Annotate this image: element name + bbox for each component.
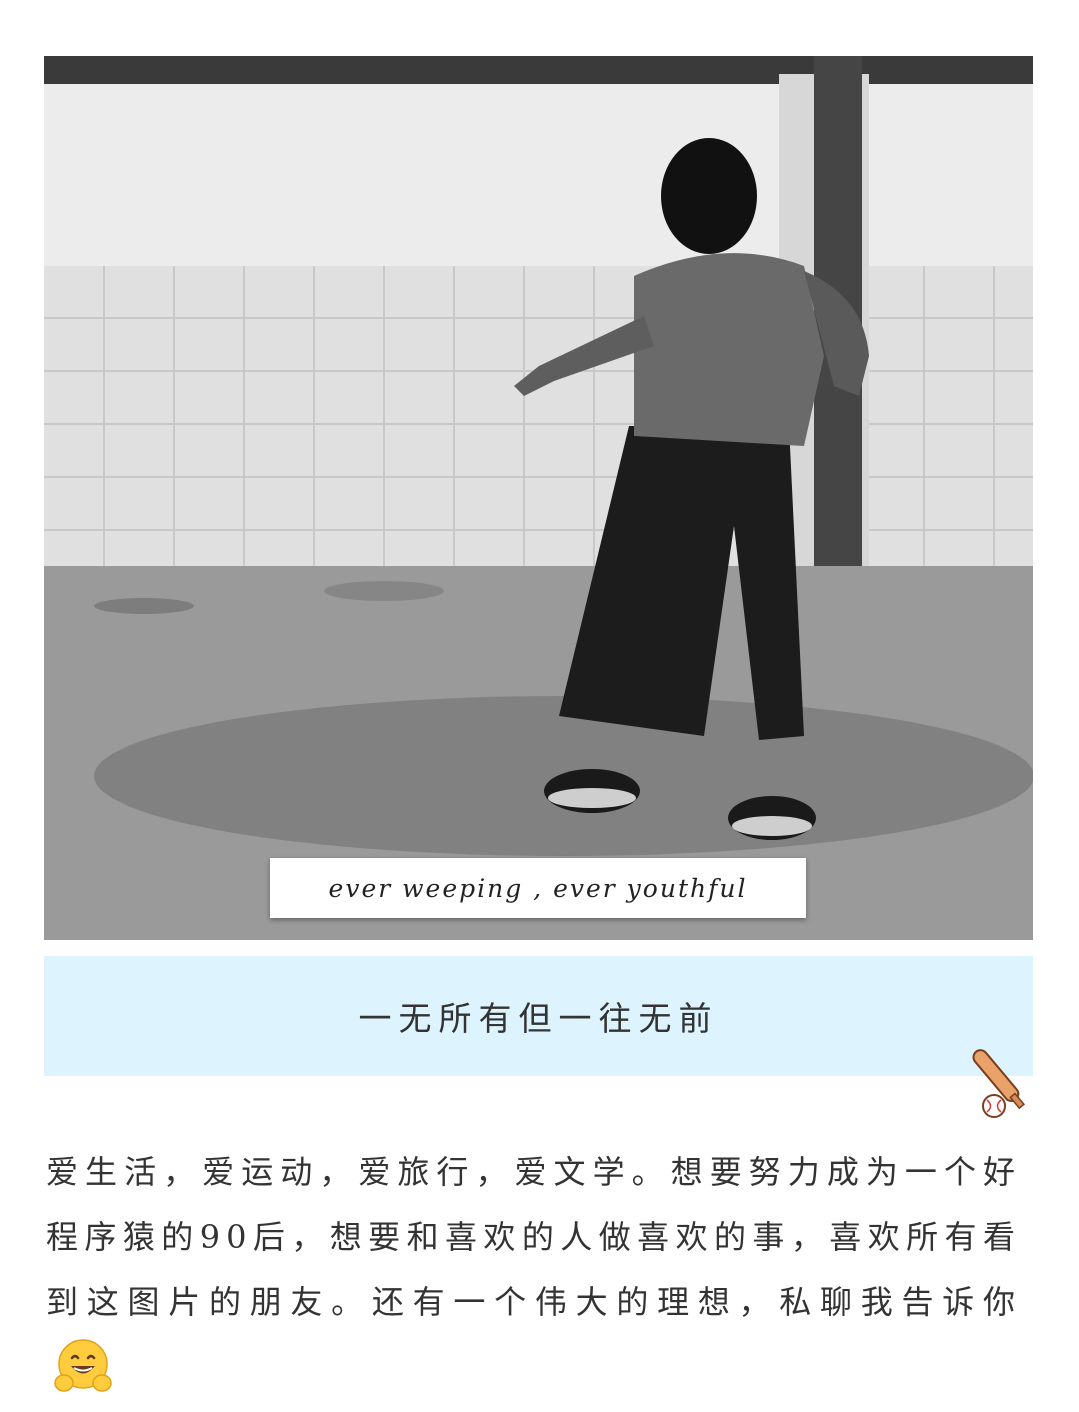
header-photo: ever weeping , ever youthful (44, 56, 1033, 940)
photo-girl-icon (44, 56, 1033, 940)
bio-text: 爱生活，爱运动，爱旅行，爱文学。想要努力成为一个好程序猿的90后，想要和喜欢的人… (46, 1153, 1021, 1321)
hugging-face-emoji-icon (54, 1338, 112, 1392)
slogan-text: 一无所有但一往无前 (358, 999, 719, 1038)
photo-caption: ever weeping , ever youthful (270, 858, 806, 918)
bio-paragraph: 爱生活，爱运动，爱旅行，爱文学。想要努力成为一个好程序猿的90后，想要和喜欢的人… (46, 1140, 1021, 1400)
slogan-banner: 一无所有但一往无前 (44, 956, 1033, 1076)
baseball-bat-icon (972, 1049, 1025, 1118)
